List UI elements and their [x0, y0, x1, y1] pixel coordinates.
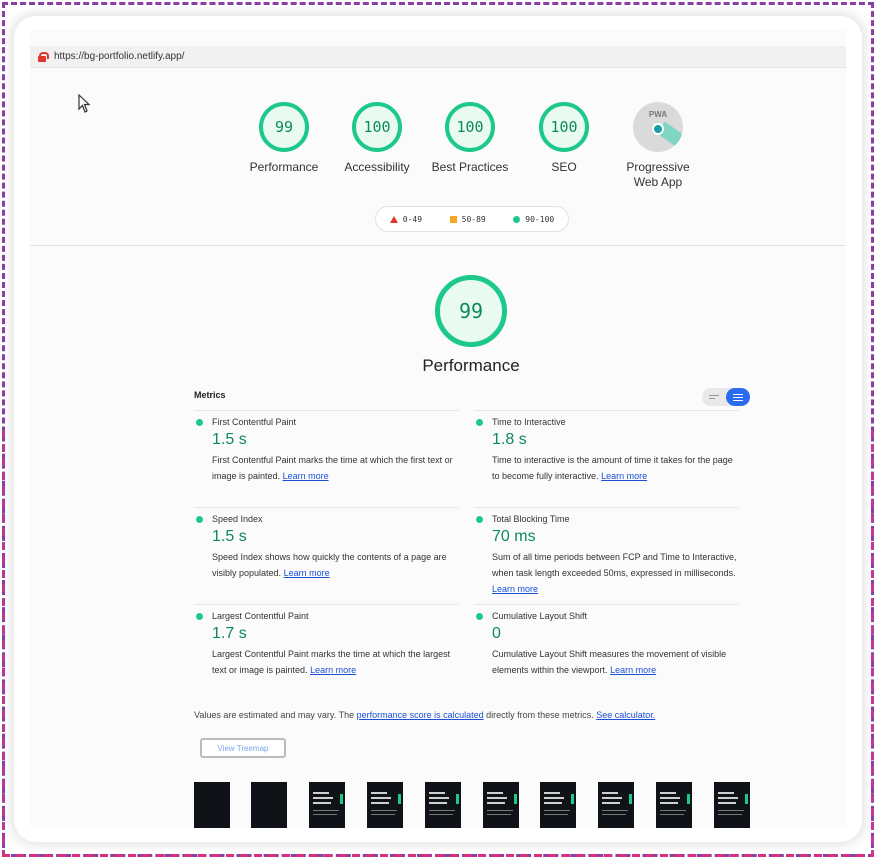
legend-average-range: 50-89 [461, 214, 486, 224]
pass-dot-icon [196, 515, 203, 523]
metric-fcp: First Contentful Paint 1.5 s First Conte… [194, 410, 459, 484]
see-calculator-link[interactable]: See calculator. [596, 710, 655, 720]
section-divider [30, 245, 846, 246]
metric-tti: Time to Interactive 1.8 s Time to intera… [474, 410, 739, 484]
score-ring: 100 [352, 102, 402, 152]
metrics-view-toggle[interactable] [702, 388, 750, 406]
metric-description: Time to interactive is the amount of tim… [492, 455, 733, 481]
metric-name: Time to Interactive [492, 417, 566, 427]
legend-fail: 0-49 [389, 214, 423, 224]
metric-value: 1.5 s [212, 528, 247, 545]
metric-description: Sum of all time periods between FCP and … [492, 552, 737, 594]
filmstrip [194, 782, 754, 828]
view-treemap-button[interactable]: View Treemap [200, 738, 286, 758]
performance-title: Performance [422, 356, 520, 375]
frame-right-edge [871, 430, 874, 855]
url-bar[interactable]: https://bg-portfolio.netlify.app/ [30, 46, 846, 68]
metric-name: Total Blocking Time [492, 514, 570, 524]
legend-pass-range: 90-100 [525, 214, 555, 224]
legend-average: 50-89 [449, 214, 486, 224]
page-url[interactable]: https://bg-portfolio.netlify.app/ [54, 51, 184, 62]
metric-description: Speed Index shows how quickly the conten… [212, 552, 447, 578]
learn-more-link[interactable]: Learn more [610, 665, 656, 675]
metric-name: Speed Index [212, 514, 263, 524]
frame-left-edge [2, 430, 5, 855]
metric-lcp: Largest Contentful Paint 1.7 s Largest C… [194, 604, 459, 678]
gauge-accessibility[interactable]: 100 Accessibility [327, 102, 427, 175]
legend-pass: 90-100 [513, 215, 554, 224]
pass-dot-icon [476, 515, 483, 523]
gauge-performance[interactable]: 99 Performance [234, 102, 334, 175]
performance-score-gauge: 99 [435, 275, 507, 347]
metric-value: 0 [492, 625, 501, 642]
filmstrip-frame [656, 782, 692, 828]
expanded-view-button[interactable] [726, 388, 750, 406]
gauge-seo[interactable]: 100 SEO [514, 102, 614, 175]
lock-icon [38, 51, 49, 62]
pwa-label-line1: Progressive [626, 160, 690, 174]
filmstrip-frame [540, 782, 576, 828]
metric-description: Cumulative Layout Shift measures the mov… [492, 649, 727, 675]
circle-icon [513, 215, 521, 223]
metric-name: First Contentful Paint [212, 417, 297, 427]
metric-cls: Cumulative Layout Shift 0 Cumulative Lay… [474, 604, 739, 678]
triangle-icon [389, 215, 398, 223]
pass-dot-icon [196, 612, 203, 620]
filmstrip-frame [251, 782, 287, 828]
pass-dot-icon [476, 612, 483, 620]
score-calculation-link[interactable]: performance score is calculated [357, 710, 484, 720]
metric-value: 1.8 s [492, 431, 527, 448]
list-compact-icon [709, 393, 719, 401]
pwa-label-line2: Web App [633, 175, 683, 189]
pwa-badge-icon: PWA [633, 102, 683, 152]
learn-more-link[interactable]: Learn more [492, 584, 538, 594]
filmstrip-frame [309, 782, 345, 828]
score-ring: 99 [259, 102, 309, 152]
metrics-footnote: Values are estimated and may vary. The p… [194, 710, 656, 720]
learn-more-link[interactable]: Learn more [283, 471, 329, 481]
metrics-heading: Metrics [194, 390, 226, 400]
pass-dot-icon [476, 418, 483, 426]
score-legend: 0-49 50-89 90-100 [375, 206, 569, 232]
compact-view-button[interactable] [702, 388, 726, 406]
gauge-best-practices[interactable]: 100 Best Practices [420, 102, 520, 175]
list-expanded-icon [733, 392, 743, 403]
metric-value: 1.7 s [212, 625, 247, 642]
gauge-label: Performance [249, 160, 319, 174]
pwa-dot [652, 123, 664, 135]
learn-more-link[interactable]: Learn more [310, 665, 356, 675]
legend-fail-range: 0-49 [402, 214, 423, 224]
learn-more-link[interactable]: Learn more [601, 471, 647, 481]
screenshot-card: https://bg-portfolio.netlify.app/ 99 Per… [14, 16, 862, 842]
metric-tbt: Total Blocking Time 70 ms Sum of all tim… [474, 507, 739, 597]
pwa-badge-text: PWA [648, 110, 668, 119]
filmstrip-frame [367, 782, 403, 828]
gauge-label: SEO [551, 160, 577, 174]
filmstrip-frame [483, 782, 519, 828]
filmstrip-frame [194, 782, 230, 828]
metric-description: Largest Contentful Paint marks the time … [212, 649, 451, 675]
lighthouse-report: https://bg-portfolio.netlify.app/ 99 Per… [30, 30, 846, 828]
square-icon [449, 215, 457, 223]
metric-name: Cumulative Layout Shift [492, 611, 588, 621]
pass-dot-icon [196, 418, 203, 426]
filmstrip-frame [714, 782, 750, 828]
filmstrip-frame [598, 782, 634, 828]
gauge-label: Best Practices [431, 160, 509, 174]
metric-name: Largest Contentful Paint [212, 611, 309, 621]
filmstrip-frame [425, 782, 461, 828]
score-ring: 100 [445, 102, 495, 152]
frame-bottom-edge [2, 854, 874, 857]
learn-more-link[interactable]: Learn more [284, 568, 330, 578]
metric-description: First Contentful Paint marks the time at… [212, 455, 453, 481]
gauge-label: Progressive Web App [608, 160, 708, 190]
metric-value: 70 ms [492, 528, 536, 545]
gauge-label: Accessibility [344, 160, 410, 174]
metric-speed-index: Speed Index 1.5 s Speed Index shows how … [194, 507, 459, 581]
score-ring: 100 [539, 102, 589, 152]
summary-gauges: 99 Performance 100 Accessibility 100 Bes… [30, 102, 846, 212]
gauge-pwa[interactable]: PWA Progressive Web App [608, 102, 708, 190]
metric-value: 1.5 s [212, 431, 247, 448]
